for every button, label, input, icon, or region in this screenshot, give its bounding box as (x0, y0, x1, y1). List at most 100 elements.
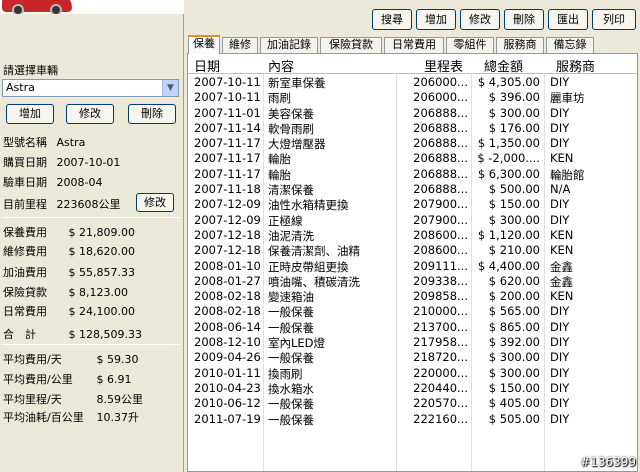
table-header: 日期 內容 里程表 總金額 服務商 (188, 54, 637, 75)
delete-button[interactable]: 刪除 (504, 9, 544, 30)
delete-car-button[interactable]: 刪除 (128, 104, 176, 124)
table-row[interactable]: 2008-12-10 室內LED燈 217958... $ 392.00 DIY (188, 335, 637, 351)
cell-provider: 輪胎館 (550, 167, 585, 182)
add-button[interactable]: 增加 (416, 9, 456, 30)
table-row[interactable]: 2007-11-17 大燈增壓器 206888... $ 1,350.00 DIY (188, 136, 637, 152)
average-row: 平均油耗/百公里 10.37升 (3, 409, 139, 425)
average-value: 10.37升 (96, 411, 140, 424)
tab-daily-expense[interactable]: 日常費用 (384, 37, 444, 53)
cell-amount: $ 620.00 (488, 273, 540, 288)
cell-content: 換雨刷 (268, 366, 303, 381)
cell-content: 室內LED燈 (268, 336, 326, 351)
table-row[interactable]: 2010-06-12 一般保養 220570... $ 405.00 DIY (188, 396, 637, 411)
cell-date: 2007-10-11 (194, 75, 261, 89)
table-row[interactable]: 2007-11-17 輪胎 206888... $ 6,300.00 輪胎館 (188, 167, 637, 182)
table-row[interactable]: 2007-10-11 新室車保養 206000... $ 4,305.00 DIY (188, 75, 637, 90)
mileage-row: 目前里程 223608公里 (3, 196, 121, 212)
header-date[interactable]: 日期 (194, 56, 220, 75)
cost-value: $ 18,620.00 (68, 245, 135, 258)
purchase-value: 2007-10-01 (56, 156, 121, 169)
table-row[interactable]: 2009-04-26 一般保養 218720... $ 300.00 DIY (188, 350, 637, 365)
cell-date: 2008-12-10 (194, 335, 261, 350)
tab-repair[interactable]: 維修 (222, 37, 258, 53)
cell-provider: DIY (550, 365, 570, 380)
cost-label: 保養費用 (3, 226, 47, 239)
cell-amount: $ 300.00 (488, 350, 540, 365)
search-button[interactable]: 搜尋 (372, 9, 412, 30)
cell-amount: $ 396.00 (488, 90, 540, 105)
cell-content: 換水箱水 (268, 381, 314, 396)
tab-maintenance[interactable]: 保養 (188, 35, 220, 54)
cell-content: 輪胎 (268, 152, 291, 167)
cell-amount: $ 210.00 (488, 243, 540, 258)
header-odometer[interactable]: 里程表 (424, 56, 463, 75)
tab-fuel-log[interactable]: 加油記錄 (260, 37, 318, 53)
car-select[interactable]: Astra ▼ (2, 79, 179, 97)
table-row[interactable]: 2007-12-18 油泥清洗 208600... $ 1,120.00 KEN (188, 228, 637, 243)
edit-car-button[interactable]: 修改 (66, 104, 114, 124)
tab-insurance-loan[interactable]: 保險貸款 (320, 37, 382, 53)
cell-date: 2007-12-09 (194, 197, 261, 212)
cell-odometer: 206000... (413, 75, 468, 89)
table-row[interactable]: 2008-02-18 變速箱油 209858... $ 200.00 KEN (188, 289, 637, 304)
cell-date: 2008-01-27 (194, 273, 261, 288)
cell-odometer: 206888... (413, 151, 468, 166)
print-button[interactable]: 列印 (592, 9, 636, 30)
add-car-button[interactable]: 增加 (6, 104, 54, 124)
cell-content: 一般保養 (268, 320, 314, 335)
table-row[interactable]: 2007-12-18 保養清潔劑、油精 208600... $ 210.00 KEN (188, 243, 637, 258)
table-row[interactable]: 2007-12-09 油性水箱精更換 207900... $ 150.00 DIY (188, 197, 637, 212)
cell-amount: $ 150.00 (488, 380, 540, 395)
cell-date: 2007-11-01 (194, 105, 261, 120)
cell-provider: DIY (550, 75, 570, 89)
chevron-down-icon[interactable]: ▼ (162, 80, 178, 96)
average-label: 平均費用/公里 (3, 373, 73, 386)
table-row[interactable]: 2007-11-18 清潔保養 206888... $ 500.00 N/A (188, 182, 637, 197)
table-row[interactable]: 2010-04-23 換水箱水 220440... $ 150.00 DIY (188, 380, 637, 396)
cost-row: 保養費用 $ 21,809.00 (3, 224, 135, 240)
records-table[interactable]: 日期 內容 里程表 總金額 服務商 2007-10-11 新室車保養 206000.… (187, 53, 638, 472)
cell-date: 2011-07-19 (194, 411, 261, 426)
cell-odometer: 209338... (413, 273, 468, 288)
cell-amount: $ -2,000.... (477, 151, 540, 166)
cell-amount: $ 176.00 (488, 120, 540, 135)
average-row: 平均費用/天 $ 59.30 (3, 351, 139, 367)
table-row[interactable]: 2007-11-01 美容保養 206888... $ 300.00 DIY (188, 105, 637, 121)
header-amount[interactable]: 總金額 (484, 56, 523, 75)
purchase-label: 購買日期 (3, 156, 47, 169)
cost-row: 日常費用 $ 24,100.00 (3, 303, 135, 319)
total-label: 合 計 (3, 328, 36, 341)
edit-button[interactable]: 修改 (460, 9, 500, 30)
cell-date: 2007-12-18 (194, 243, 261, 258)
table-row[interactable]: 2007-10-11 雨刷 206000... $ 396.00 麗車坊 (188, 90, 637, 105)
table-row[interactable]: 2008-01-10 正時皮帶組更換 209111... $ 4,400.00 金鑫 (188, 259, 637, 274)
cell-date: 2010-06-12 (194, 396, 261, 411)
cell-provider: DIY (550, 136, 570, 151)
cell-provider: N/A (550, 182, 571, 197)
table-row[interactable]: 2011-07-19 一般保養 222160... $ 505.00 DIY (188, 411, 637, 427)
tab-memo[interactable]: 備忘錄 (546, 37, 594, 53)
cell-odometer: 218720... (413, 350, 468, 365)
header-provider[interactable]: 服務商 (556, 56, 595, 75)
cell-odometer: 220440... (413, 380, 468, 395)
export-button[interactable]: 匯出 (548, 9, 588, 30)
tab-service-provider[interactable]: 服務商 (496, 37, 544, 53)
table-row[interactable]: 2007-12-09 正極線 207900... $ 300.00 DIY (188, 213, 637, 228)
table-row[interactable]: 2008-06-14 一般保養 213700... $ 865.00 DIY (188, 320, 637, 335)
average-row: 平均里程/天 8.59公里 (3, 391, 143, 407)
car-select-value: Astra (6, 81, 35, 94)
table-row[interactable]: 2010-01-11 換雨刷 220000... $ 300.00 DIY (188, 365, 637, 381)
cell-odometer: 217958... (413, 335, 468, 350)
cell-content: 美容保養 (268, 106, 314, 121)
cell-odometer: 222160... (413, 411, 468, 426)
table-row[interactable]: 2007-11-14 軟骨雨刷 206888... $ 176.00 DIY (188, 120, 637, 136)
table-row[interactable]: 2008-02-18 一般保養 210000... $ 565.00 DIY (188, 304, 637, 319)
edit-mileage-button[interactable]: 修改 (136, 193, 174, 212)
header-content[interactable]: 內容 (268, 56, 294, 75)
tab-parts[interactable]: 零組件 (446, 37, 494, 53)
table-row[interactable]: 2007-11-17 輪胎 206888... $ -2,000.... KEN (188, 151, 637, 167)
purchase-row: 購買日期 2007-10-01 (3, 154, 120, 170)
cell-provider: DIY (550, 120, 570, 135)
table-row[interactable]: 2008-01-27 噴油嘴、積碳清洗 209338... $ 620.00 金鑫 (188, 273, 637, 289)
cell-content: 大燈增壓器 (268, 137, 326, 152)
